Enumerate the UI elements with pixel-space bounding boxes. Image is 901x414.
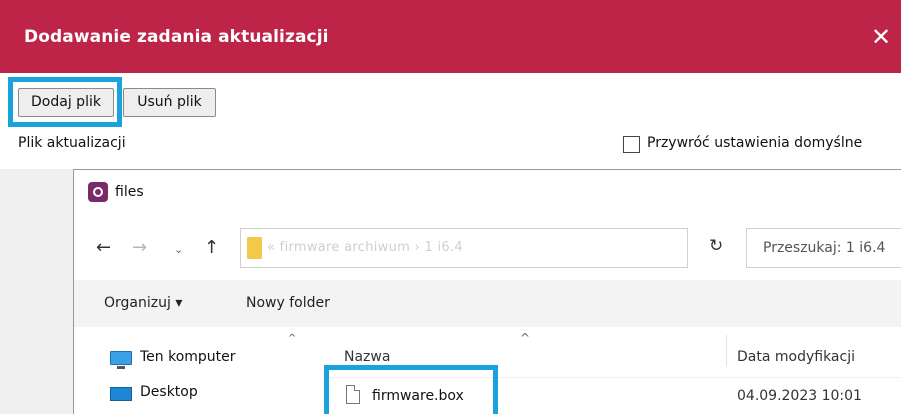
desktop-folder-icon xyxy=(110,387,132,401)
nav-item-label: Desktop xyxy=(140,384,198,400)
recent-locations-icon[interactable]: ⌄ xyxy=(174,240,183,260)
organize-button[interactable]: Organizuj ▾ xyxy=(104,295,182,311)
restore-defaults-label: Przywróć ustawienia domyślne xyxy=(647,135,863,151)
address-bar[interactable]: « firmware archiwum › 1 i6.4 ⌄ xyxy=(240,228,837,268)
sort-ascending-icon: ^ xyxy=(520,331,531,345)
up-arrow-icon[interactable]: ↑ xyxy=(204,238,219,258)
column-divider[interactable] xyxy=(726,335,727,367)
search-input[interactable]: Przeszukaj: 1 i6.4 xyxy=(746,228,901,268)
command-bar: Organizuj ▾ Nowy folder xyxy=(74,280,901,327)
close-icon[interactable]: ✕ xyxy=(868,24,894,50)
file-date-modified: 04.09.2023 10:01 xyxy=(737,388,862,404)
column-header-name[interactable]: Nazwa xyxy=(344,349,390,365)
dialog-title: Dodawanie zadania aktualizacji xyxy=(24,27,329,47)
address-path[interactable]: « firmware archiwum › 1 i6.4 xyxy=(267,240,463,255)
file-dialog-titlebar: files xyxy=(74,170,901,216)
restore-defaults-checkbox[interactable] xyxy=(623,136,640,153)
navigation-pane: ^ Ten komputer Desktop xyxy=(74,327,314,414)
dialog-header: Dodawanie zadania aktualizacji ✕ xyxy=(0,0,901,73)
refresh-icon[interactable]: ↻ xyxy=(709,236,723,256)
file-row[interactable]: firmware.box 04.09.2023 10:01 xyxy=(326,377,901,414)
remove-file-button[interactable]: Usuń plik xyxy=(123,88,216,117)
app-icon xyxy=(88,182,108,202)
file-dialog-content: ^ Ten komputer Desktop ^ Nazwa Data mody… xyxy=(74,327,901,414)
column-header-date-modified[interactable]: Data modyfikacji xyxy=(737,349,855,365)
scroll-up-icon[interactable]: ^ xyxy=(288,333,296,344)
background-strip xyxy=(0,169,73,414)
file-dialog-title: files xyxy=(115,184,144,200)
new-folder-button[interactable]: Nowy folder xyxy=(246,295,330,311)
back-arrow-icon[interactable]: ← xyxy=(96,238,111,258)
computer-icon xyxy=(110,351,132,369)
update-file-label: Plik aktualizacji xyxy=(18,135,126,151)
file-name[interactable]: firmware.box xyxy=(372,388,464,404)
address-row: ← → ⌄ ↑ « firmware archiwum › 1 i6.4 ⌄ ↻… xyxy=(74,216,901,280)
file-icon xyxy=(346,385,360,404)
nav-item-label: Ten komputer xyxy=(140,349,236,365)
folder-icon xyxy=(247,237,262,259)
forward-arrow-icon[interactable]: → xyxy=(132,238,147,258)
search-placeholder: Przeszukaj: 1 i6.4 xyxy=(763,240,886,256)
add-file-button[interactable]: Dodaj plik xyxy=(18,88,114,117)
file-dialog: files ← → ⌄ ↑ « firmware archiwum › 1 i6… xyxy=(73,169,901,414)
